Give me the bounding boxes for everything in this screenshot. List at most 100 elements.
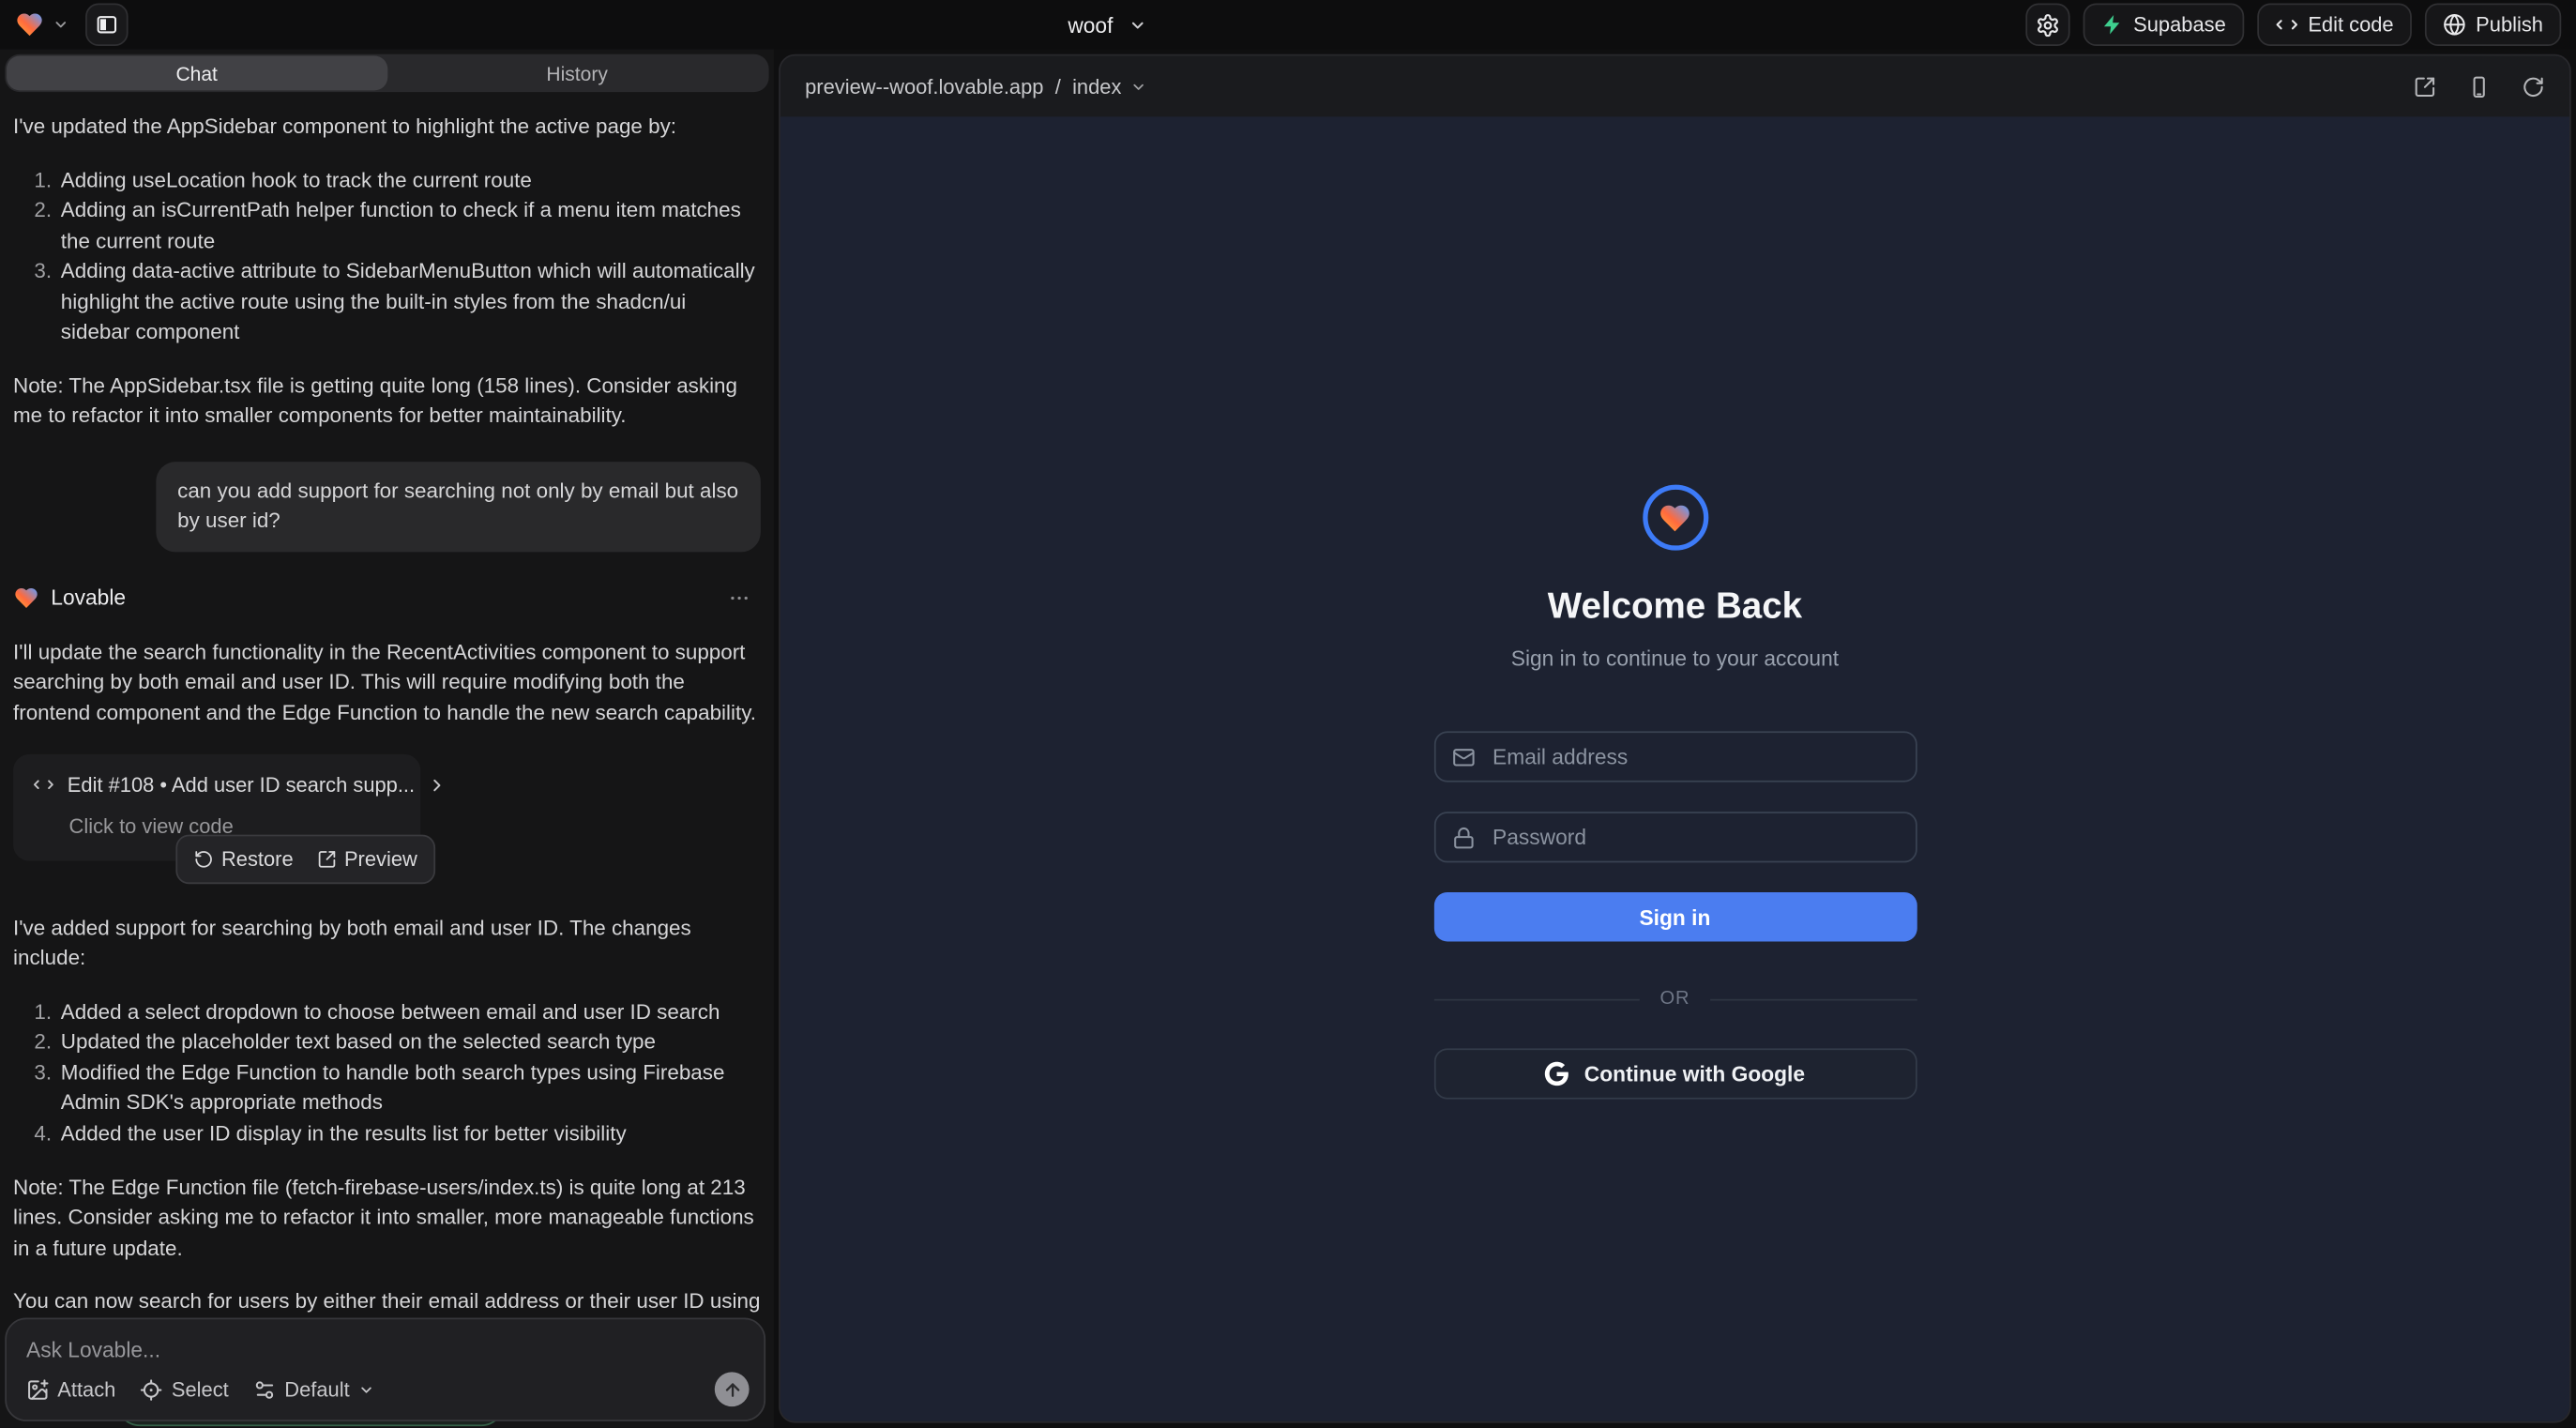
tab-history[interactable]: History bbox=[386, 56, 766, 91]
topbar-actions: Supabase Edit code Publish bbox=[2025, 4, 2562, 47]
preview-url-bar: preview--woof.lovable.app / index bbox=[780, 56, 2569, 117]
chevron-down-icon bbox=[357, 1381, 374, 1398]
select-label: Select bbox=[172, 1377, 229, 1401]
assistant-note: Note: The Edge Function file (fetch-fire… bbox=[13, 1173, 761, 1264]
or-divider: OR bbox=[1433, 989, 1917, 1009]
select-button[interactable]: Select bbox=[141, 1377, 229, 1401]
publish-button[interactable]: Publish bbox=[2425, 4, 2561, 47]
attach-button[interactable]: Attach bbox=[26, 1377, 115, 1401]
code-brackets-icon bbox=[33, 774, 54, 796]
chat-composer: Attach Select Default bbox=[5, 1318, 765, 1421]
external-link-icon bbox=[316, 849, 336, 869]
sign-in-button[interactable]: Sign in bbox=[1433, 892, 1917, 942]
list-item: Updated the placeholder text based on th… bbox=[57, 1027, 761, 1057]
tab-chat[interactable]: Chat bbox=[7, 56, 386, 91]
email-field[interactable] bbox=[1433, 731, 1917, 782]
supabase-label: Supabase bbox=[2133, 13, 2226, 37]
edit-card-actions: Restore Preview bbox=[175, 834, 435, 884]
preview-button[interactable]: Preview bbox=[316, 844, 417, 874]
composer-toolbar: Attach Select Default bbox=[26, 1372, 750, 1406]
app-root: woof Supabase Edit code bbox=[0, 0, 2576, 1428]
edit-card-header: Edit #108 • Add user ID search supp... bbox=[33, 769, 401, 799]
locate-icon bbox=[141, 1377, 164, 1401]
google-button-label: Continue with Google bbox=[1584, 1061, 1805, 1086]
open-in-new-tab-button[interactable] bbox=[2414, 75, 2437, 99]
assistant-note: Note: The AppSidebar.tsx file is getting… bbox=[13, 371, 761, 432]
project-name-menu[interactable]: woof bbox=[1068, 0, 1147, 50]
arrow-up-icon bbox=[722, 1379, 742, 1399]
restore-icon bbox=[193, 849, 213, 869]
page-title: Welcome Back bbox=[1548, 585, 1802, 628]
preview-url: preview--woof.lovable.app bbox=[805, 75, 1043, 99]
supabase-bolt-icon bbox=[2100, 13, 2124, 37]
restore-button[interactable]: Restore bbox=[193, 844, 293, 874]
project-name: woof bbox=[1068, 12, 1113, 37]
toggle-sidebar-button[interactable] bbox=[85, 4, 129, 47]
assistant-paragraph: I'll update the search functionality in … bbox=[13, 637, 761, 728]
password-input[interactable] bbox=[1490, 823, 1899, 851]
mode-selector[interactable]: Default bbox=[253, 1377, 374, 1401]
settings-button[interactable] bbox=[2025, 4, 2069, 47]
mode-label: Default bbox=[284, 1377, 349, 1401]
chevron-down-icon bbox=[1129, 78, 1146, 95]
message-menu-button[interactable] bbox=[728, 587, 761, 611]
restore-label: Restore bbox=[221, 844, 294, 874]
supabase-button[interactable]: Supabase bbox=[2083, 4, 2244, 47]
password-field[interactable] bbox=[1433, 812, 1917, 862]
edit-code-button[interactable]: Edit code bbox=[2257, 4, 2412, 47]
assistant-header: Lovable bbox=[13, 584, 761, 615]
globe-icon bbox=[2443, 13, 2466, 37]
chevron-down-icon bbox=[1129, 16, 1147, 34]
preview-url-dropdown[interactable]: preview--woof.lovable.app / index bbox=[805, 75, 1146, 99]
user-message-row: can you add support for searching not on… bbox=[13, 462, 761, 552]
code-brackets-icon bbox=[2275, 13, 2298, 37]
edit-card-title: Edit #108 • Add user ID search supp... bbox=[68, 769, 415, 799]
continue-with-google-button[interactable]: Continue with Google bbox=[1433, 1048, 1917, 1099]
send-button[interactable] bbox=[715, 1372, 750, 1406]
sliders-icon bbox=[253, 1377, 277, 1401]
assistant-list: Adding useLocation hook to track the cur… bbox=[13, 165, 761, 348]
panel-left-icon bbox=[96, 13, 119, 37]
list-item: Added a select dropdown to choose betwee… bbox=[57, 997, 761, 1027]
mobile-view-button[interactable] bbox=[2467, 75, 2491, 99]
top-bar: woof Supabase Edit code bbox=[0, 0, 2576, 50]
publish-label: Publish bbox=[2476, 13, 2543, 37]
attach-label: Attach bbox=[57, 1377, 115, 1401]
chat-panel: Chat History I've updated the AppSidebar… bbox=[0, 50, 774, 1428]
list-item: Adding useLocation hook to track the cur… bbox=[57, 165, 761, 195]
page-subtitle: Sign in to continue to your account bbox=[1511, 646, 1839, 670]
preview-label: Preview bbox=[344, 844, 417, 874]
divider-line bbox=[1433, 998, 1640, 1000]
assistant-name: Lovable bbox=[51, 584, 126, 615]
chevron-down-icon bbox=[53, 17, 69, 34]
signin-card: Welcome Back Sign in to continue to your… bbox=[1433, 116, 1917, 1099]
assistant-paragraph: I've updated the AppSidebar component to… bbox=[13, 112, 761, 142]
assistant-paragraph: I've added support for searching by both… bbox=[13, 913, 761, 974]
preview-page: index bbox=[1072, 75, 1121, 99]
lock-icon bbox=[1451, 826, 1475, 849]
list-item: Adding an isCurrentPath helper function … bbox=[57, 196, 761, 257]
envelope-icon bbox=[1451, 745, 1475, 768]
image-plus-icon bbox=[26, 1377, 50, 1401]
google-g-icon bbox=[1545, 1061, 1569, 1086]
lovable-heart-icon bbox=[15, 10, 45, 40]
preview-viewport: Welcome Back Sign in to continue to your… bbox=[780, 116, 2569, 1421]
chat-input[interactable] bbox=[26, 1338, 744, 1362]
assistant-list: Added a select dropdown to choose betwee… bbox=[13, 997, 761, 1149]
url-path-separator: / bbox=[1055, 75, 1061, 99]
email-input[interactable] bbox=[1490, 743, 1899, 771]
lovable-heart-icon bbox=[13, 585, 39, 612]
edit-version-card[interactable]: Edit #108 • Add user ID search supp... C… bbox=[13, 753, 420, 860]
refresh-button[interactable] bbox=[2522, 75, 2545, 99]
list-item: Modified the Edge Function to handle bot… bbox=[57, 1058, 761, 1119]
lovable-logo-menu[interactable] bbox=[15, 10, 69, 40]
message-list: I've updated the AppSidebar component to… bbox=[0, 92, 774, 1428]
chevron-right-icon bbox=[428, 775, 447, 795]
or-label: OR bbox=[1659, 989, 1690, 1009]
list-item: Added the user ID display in the results… bbox=[57, 1119, 761, 1149]
user-message-bubble: can you add support for searching not on… bbox=[156, 462, 760, 552]
preview-panel: preview--woof.lovable.app / index bbox=[779, 54, 2571, 1423]
preview-toolbar-icons bbox=[2414, 75, 2545, 99]
chat-history-tabs: Chat History bbox=[5, 54, 768, 92]
edit-code-label: Edit code bbox=[2308, 13, 2393, 37]
